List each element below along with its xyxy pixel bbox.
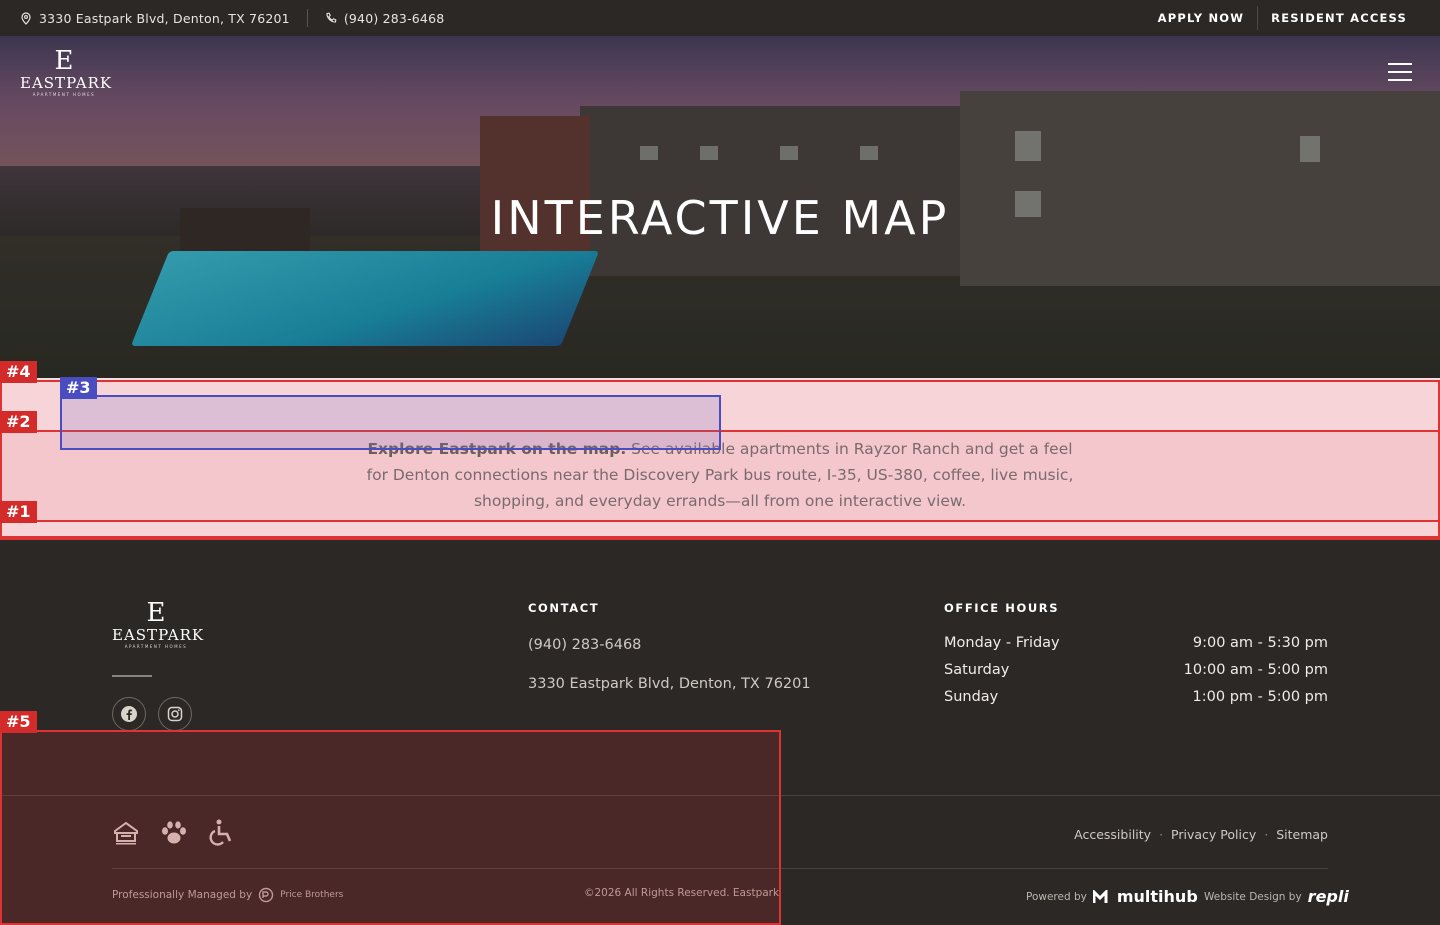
divider [306, 9, 308, 27]
contact-title: CONTACT [528, 601, 600, 615]
menu-icon[interactable] [1388, 63, 1412, 81]
divider [112, 675, 152, 677]
hours-row: Monday - Friday 9:00 am - 5:30 pm [944, 635, 1328, 651]
instagram-icon [167, 706, 183, 722]
map-pin-icon [21, 11, 31, 25]
annotation-label-4: #4 [0, 361, 37, 383]
instagram-link[interactable] [158, 697, 192, 731]
facebook-link[interactable] [112, 697, 146, 731]
footer-phone-link[interactable]: (940) 283-6468 [528, 637, 641, 653]
page-title: INTERACTIVE MAP [490, 191, 950, 245]
hours-day: Saturday [944, 662, 1010, 678]
site-footer: E EASTPARK APARTMENT HOMES CONTACT (940)… [0, 540, 1440, 925]
resident-access-link[interactable]: RESIDENT ACCESS [1258, 11, 1420, 25]
logo-initial: E [146, 598, 166, 628]
powered-by-label: Powered by [1026, 890, 1087, 903]
logo-tagline: APARTMENT HOMES [124, 644, 188, 649]
multihub-logo-icon [1092, 889, 1108, 903]
hours-time: 9:00 am - 5:30 pm [1192, 635, 1328, 651]
separator-dot: · [1159, 827, 1164, 842]
intro-section: Explore Eastpark on the map. See availab… [0, 378, 1440, 540]
annotation-label-1: #1 [0, 501, 37, 523]
logo-tagline: APARTMENT HOMES [32, 92, 96, 97]
hours-row: Saturday 10:00 am - 5:00 pm [944, 662, 1328, 678]
footer-logo[interactable]: E EASTPARK APARTMENT HOMES [112, 598, 205, 649]
phone-link[interactable]: (940) 283-6468 [325, 11, 445, 26]
logo-initial: E [54, 46, 74, 76]
apply-now-link[interactable]: APPLY NOW [1145, 11, 1258, 25]
sitemap-link[interactable]: Sitemap [1276, 827, 1328, 842]
top-bar: 3330 Eastpark Blvd, Denton, TX 76201 (94… [0, 0, 1440, 36]
highlight-box-3 [60, 395, 721, 450]
footer-address-link[interactable]: 3330 Eastpark Blvd, Denton, TX 76201 [528, 676, 811, 692]
phone-text: (940) 283-6468 [343, 10, 445, 26]
hours-time: 1:00 pm - 5:00 pm [1192, 689, 1328, 705]
multihub-link[interactable]: multihub [1117, 887, 1198, 906]
facebook-icon [121, 706, 137, 722]
site-logo[interactable]: E EASTPARK APARTMENT HOMES [20, 46, 113, 97]
design-by-label: Website Design by [1204, 890, 1302, 903]
hours-day: Monday - Friday [944, 635, 1060, 651]
accessibility-link[interactable]: Accessibility [1074, 827, 1151, 842]
separator-dot: · [1264, 827, 1269, 842]
powered-by: Powered by multihub [1026, 887, 1198, 906]
repli-link[interactable]: repli [1308, 887, 1349, 906]
annotation-label-5: #5 [0, 711, 37, 733]
highlight-box-5 [0, 730, 781, 925]
phone-icon [326, 12, 337, 23]
logo-name: EASTPARK [20, 74, 113, 92]
hours-day: Sunday [944, 689, 999, 705]
footer-links: Accessibility · Privacy Policy · Sitemap [1074, 827, 1328, 842]
address-text: 3330 Eastpark Blvd, Denton, TX 76201 [39, 10, 290, 26]
annotation-label-2: #2 [0, 411, 37, 433]
privacy-policy-link[interactable]: Privacy Policy [1171, 827, 1256, 842]
address-link[interactable]: 3330 Eastpark Blvd, Denton, TX 76201 [20, 11, 290, 26]
hours-time: 10:00 am - 5:00 pm [1183, 662, 1328, 678]
annotation-label-3: #3 [60, 377, 97, 399]
logo-name: EASTPARK [112, 626, 205, 644]
office-hours-title: OFFICE HOURS [944, 601, 1060, 615]
hours-row: Sunday 1:00 pm - 5:00 pm [944, 689, 1328, 705]
highlight-box-1 [0, 520, 1440, 540]
design-by: Website Design by repli [1204, 887, 1349, 906]
hero-banner: E EASTPARK APARTMENT HOMES INTERACTIVE M… [0, 36, 1440, 378]
